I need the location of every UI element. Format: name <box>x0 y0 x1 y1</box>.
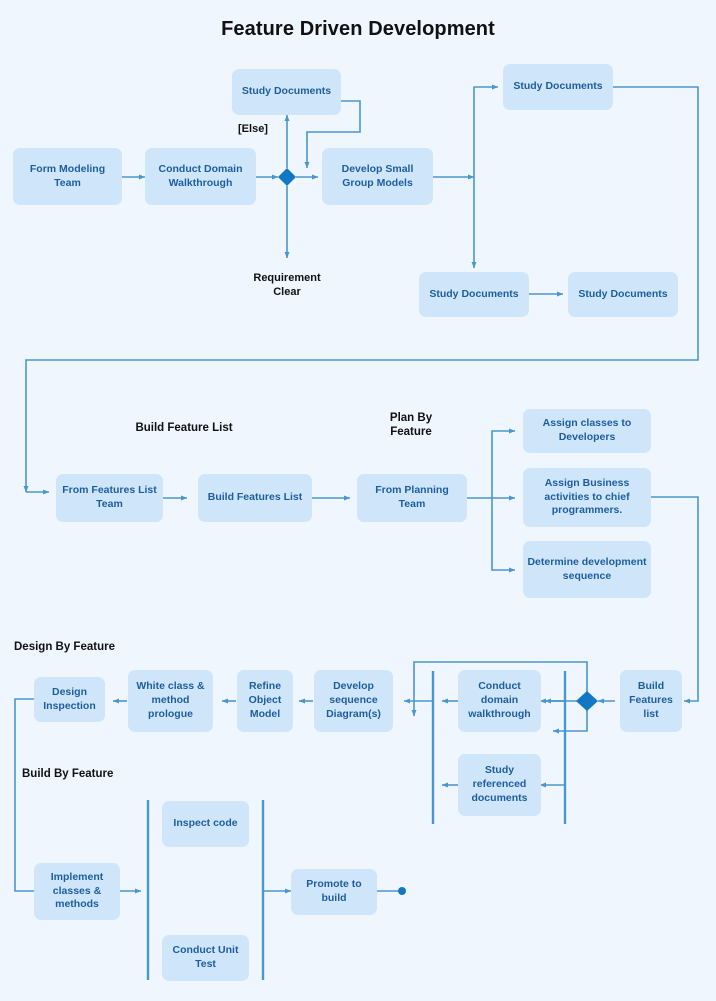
phase-label-design-by-feature: Design By Feature <box>14 641 115 653</box>
edge-fork-to-study-right-top <box>473 84 499 177</box>
node-design-inspection[interactable]: Design Inspection <box>34 677 105 722</box>
node-assign-business-activities[interactable]: Assign Business activities to chief prog… <box>523 468 651 527</box>
phase-label-build-feature-list: Build Feature List <box>135 422 233 434</box>
decision-diamond-design <box>576 691 598 711</box>
phase-label-plan-by-feature: Plan By Feature <box>389 412 433 439</box>
node-develop-small-group-models[interactable]: Develop Small Group Models <box>322 148 433 205</box>
guard-label-requirement-clear: Requirement Clear <box>253 272 321 298</box>
node-conduct-unit-test[interactable]: Conduct Unit Test <box>162 935 249 981</box>
node-study-referenced-documents[interactable]: Study referenced documents <box>458 754 541 816</box>
node-inspect-code[interactable]: Inspect code <box>162 801 249 847</box>
node-build-features-list-2[interactable]: Build Features list <box>620 670 682 732</box>
page-title: Feature Driven Development <box>221 18 495 40</box>
node-promote-to-build[interactable]: Promote to build <box>291 869 377 915</box>
node-develop-sequence-diagrams[interactable]: Develop sequence Diagram(s) <box>314 670 393 732</box>
node-determine-development-sequence[interactable]: Determine development sequence <box>523 541 651 598</box>
node-from-planning-team[interactable]: From Planning Team <box>357 474 467 522</box>
node-white-class-method-prologue[interactable]: White class & method prologue <box>128 670 213 732</box>
node-assign-classes-to-developers[interactable]: Assign classes to Developers <box>523 409 651 453</box>
decision-diamond-requirement <box>278 168 296 186</box>
node-conduct-domain-walkthrough-2[interactable]: Conduct domain walkthrough <box>458 670 541 732</box>
node-study-documents-right-mid[interactable]: Study Documents <box>419 272 529 317</box>
node-implement-classes-methods[interactable]: Implement classes & methods <box>34 863 120 920</box>
node-from-features-list-team[interactable]: From Features List Team <box>56 474 163 522</box>
node-refine-object-model[interactable]: Refine Object Model <box>237 670 293 732</box>
edge-design-inspection-to-implement <box>14 698 43 894</box>
node-study-documents-right-top[interactable]: Study Documents <box>503 64 613 110</box>
edge-decision2-lower-branch <box>552 710 588 734</box>
node-build-features-list[interactable]: Build Features List <box>198 474 312 522</box>
node-form-modeling-team[interactable]: Form Modeling Team <box>13 148 122 205</box>
edge-branch-to-assign-classes <box>491 428 516 498</box>
node-conduct-domain-walkthrough[interactable]: Conduct Domain Walkthrough <box>145 148 256 205</box>
node-study-documents-top[interactable]: Study Documents <box>232 69 341 115</box>
edge-branch-to-determine-sequence <box>491 498 516 573</box>
fdd-activity-diagram: Feature Driven Development Build Feature… <box>0 0 716 1001</box>
phase-label-build-by-feature: Build By Feature <box>22 768 114 780</box>
guard-label-else: [Else] <box>238 123 268 135</box>
node-study-documents-right-end[interactable]: Study Documents <box>568 272 678 317</box>
end-node-dot <box>398 887 406 895</box>
